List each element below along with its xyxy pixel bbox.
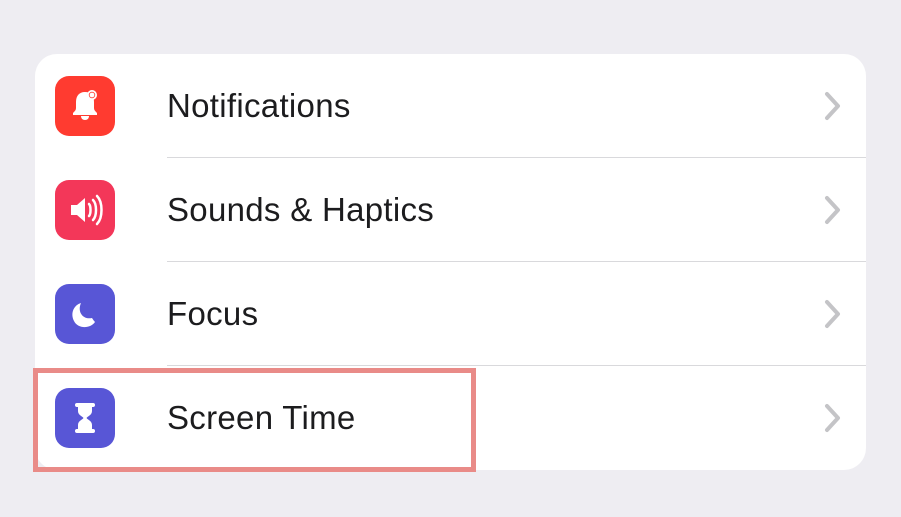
settings-group: Notifications Sounds & Haptics Focus <box>35 54 866 470</box>
moon-icon <box>55 284 115 344</box>
speaker-icon <box>55 180 115 240</box>
hourglass-icon <box>55 388 115 448</box>
row-screen-time[interactable]: Screen Time <box>35 366 866 470</box>
bell-icon <box>55 76 115 136</box>
row-focus[interactable]: Focus <box>35 262 866 366</box>
row-label: Focus <box>167 295 824 333</box>
row-label: Sounds & Haptics <box>167 191 824 229</box>
row-notifications[interactable]: Notifications <box>35 54 866 158</box>
row-sounds-haptics[interactable]: Sounds & Haptics <box>35 158 866 262</box>
chevron-right-icon <box>824 299 842 329</box>
chevron-right-icon <box>824 91 842 121</box>
row-label: Notifications <box>167 87 824 125</box>
chevron-right-icon <box>824 195 842 225</box>
chevron-right-icon <box>824 403 842 433</box>
row-label: Screen Time <box>167 399 824 437</box>
